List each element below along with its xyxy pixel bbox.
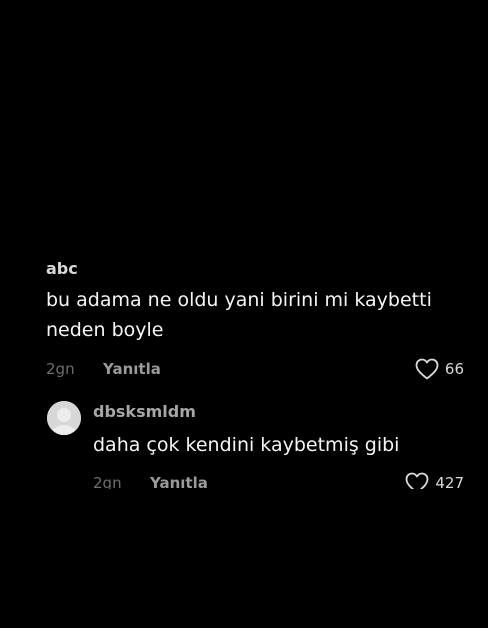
like-count: 66 [444,360,464,378]
reply-timestamp: 2gn [93,474,122,489]
comment-timestamp: 2gn [46,360,75,378]
comment-text: bu adama ne oldu yani birini mi kaybetti… [46,289,432,341]
reply-actions: 2gn Yanıtla 427 [93,471,464,489]
like-button[interactable]: 427 [405,471,464,489]
comment-actions: 2gn Yanıtla 66 [46,357,464,381]
like-button[interactable]: 66 [415,357,464,381]
comment-username[interactable]: abc [46,261,78,277]
like-count: 427 [435,474,464,489]
reply-username[interactable]: dbsksmldm [93,402,196,422]
comment-thread: abc bu adama ne oldu yani birini mi kayb… [0,255,488,489]
avatar[interactable] [47,401,81,435]
heart-outline-icon[interactable] [415,358,439,380]
heart-outline-icon[interactable] [405,472,429,489]
default-avatar-icon [47,401,81,435]
reply-text: daha çok kendini kaybetmiş gibi [93,434,400,456]
reply-button[interactable]: Yanıtla [150,471,208,489]
reply-button[interactable]: Yanıtla [103,357,161,381]
